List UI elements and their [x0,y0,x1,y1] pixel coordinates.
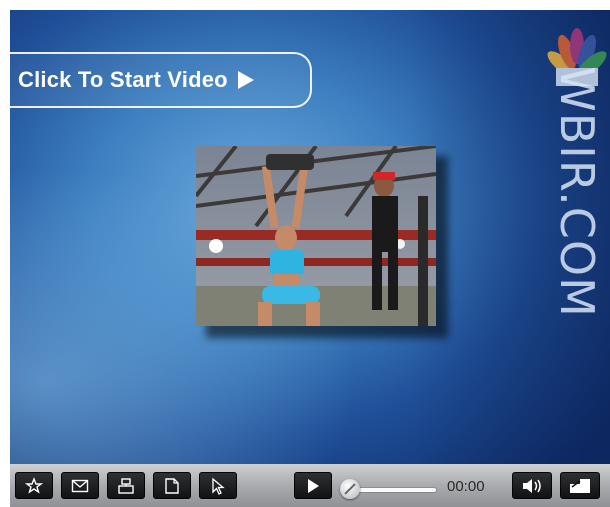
speaker-icon [523,478,541,493]
page-icon [165,477,179,494]
progress-slider-track[interactable] [350,488,436,492]
video-player[interactable]: Click To Start Video WBIR.COM [10,10,610,464]
fullscreen-button[interactable] [560,472,600,499]
brand-wordmark: WBIR.COM [550,66,604,318]
control-bar: 00:00 [10,464,610,507]
start-video-button[interactable]: Click To Start Video [10,52,312,108]
play-arrow-icon [237,71,254,89]
favorite-button[interactable] [15,472,53,499]
star-icon [25,476,43,494]
email-button[interactable] [61,472,99,499]
station-logo: WBIR.COM [544,20,610,450]
cursor-button[interactable] [199,472,237,499]
video-thumbnail[interactable] [196,146,436,326]
progress-slider-knob[interactable] [340,479,360,499]
play-button[interactable] [294,472,332,499]
page-button[interactable] [153,472,191,499]
thumbnail-image [196,146,436,326]
cursor-icon [212,477,225,495]
time-display: 00:00 [447,478,485,495]
play-icon [308,478,319,493]
fullscreen-icon [570,478,590,493]
volume-button[interactable] [512,472,552,499]
start-video-label: Click To Start Video [18,67,228,92]
share-button[interactable] [107,472,145,499]
envelope-icon [71,479,89,492]
share-icon [118,477,134,494]
